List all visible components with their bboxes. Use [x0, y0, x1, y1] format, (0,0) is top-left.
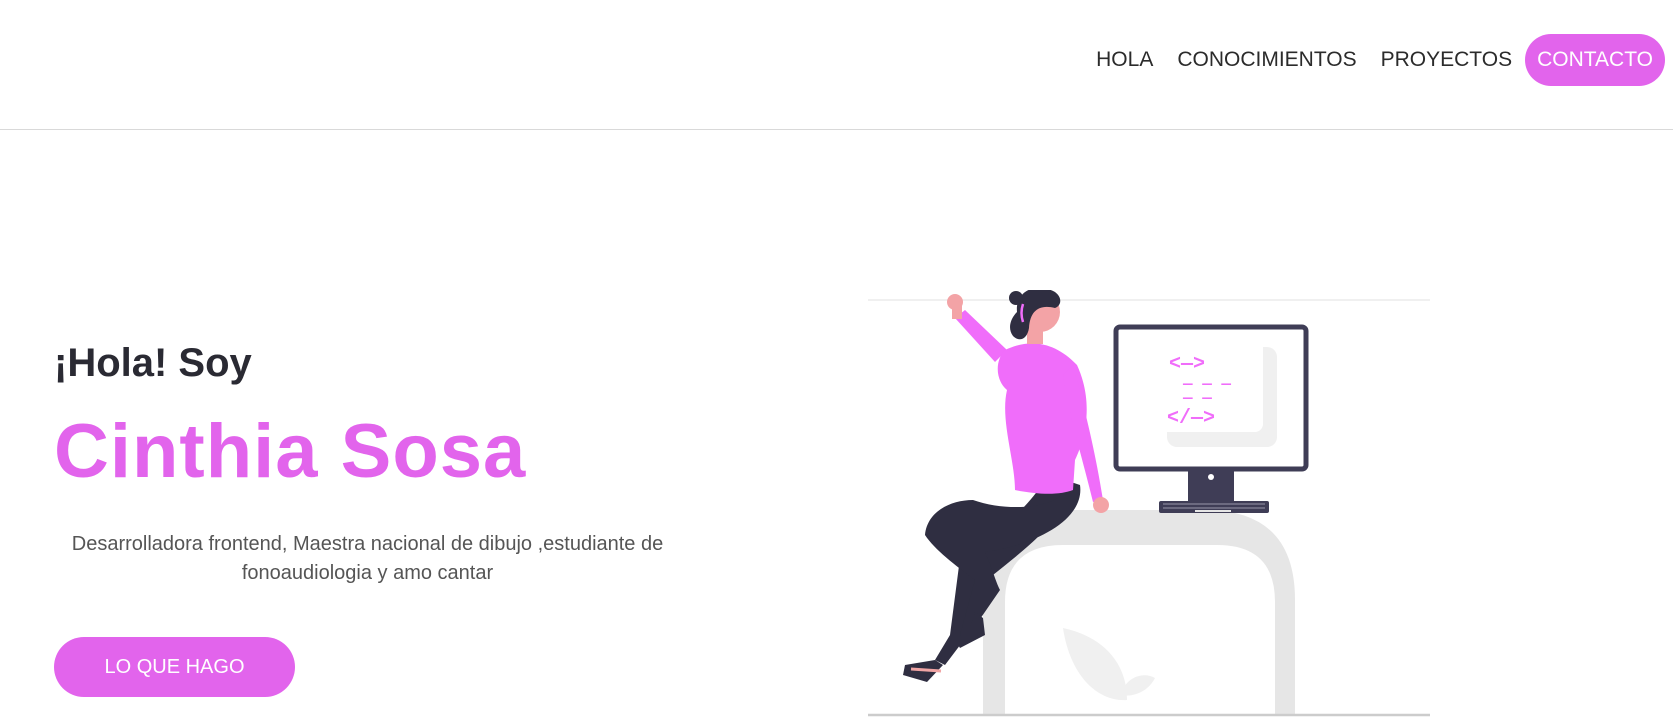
hero-description: Desarrolladora frontend, Maestra naciona… — [71, 533, 664, 584]
code-line-3: — — — [1182, 389, 1212, 407]
hero-greeting: ¡Hola! Soy — [54, 341, 252, 385]
hero-name: Cinthia Sosa — [54, 409, 527, 494]
nav-link-conocimientos[interactable]: CONOCIMIENTOS — [1165, 35, 1368, 85]
navbar: HOLA CONOCIMIENTOS PROYECTOS CONTACTO — [0, 0, 1673, 130]
woman-figure — [903, 290, 1109, 682]
lo-que-hago-button[interactable]: LO QUE HAGO — [54, 637, 295, 697]
code-line-4: </—> — [1167, 407, 1215, 430]
code-line-1: <—> — [1169, 353, 1205, 376]
nav-link-proyectos[interactable]: PROYECTOS — [1369, 35, 1524, 85]
plant-leaf-icon — [1063, 628, 1127, 701]
nav-contact-button[interactable]: CONTACTO — [1525, 34, 1665, 86]
developer-illustration: <—> — — — — — </—> — [868, 290, 1430, 717]
nav-link-hola[interactable]: HOLA — [1084, 35, 1165, 85]
nav-links: HOLA CONOCIMIENTOS PROYECTOS CONTACTO — [1084, 34, 1665, 86]
plant-leaf-small-icon — [1120, 675, 1155, 696]
keyboard-icon — [1159, 501, 1269, 513]
monitor-icon: <—> — — — — — </—> — [1113, 324, 1309, 507]
